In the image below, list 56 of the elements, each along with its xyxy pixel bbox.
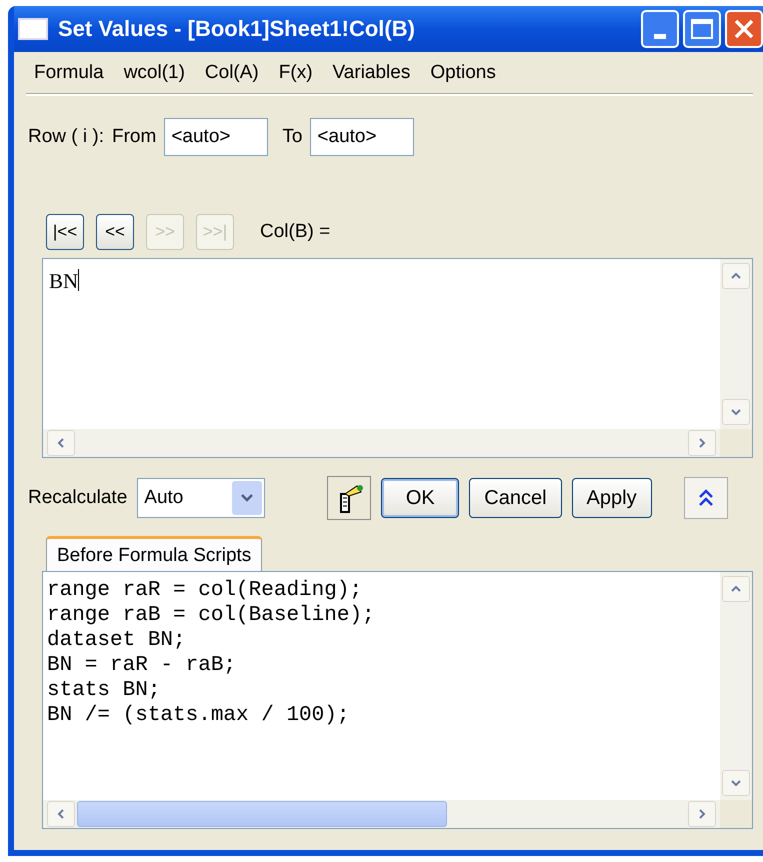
script-editor[interactable]: range raR = col(Reading); range raB = col(Baseline); dataset BN; BN = raR - raB; stats BN; BN /= (stats.max / 100); <box>42 571 753 829</box>
scroll-right-icon[interactable] <box>688 430 716 456</box>
menu-item[interactable]: Variables <box>324 62 422 84</box>
close-icon <box>734 19 754 39</box>
scroll-up-icon[interactable] <box>722 576 750 602</box>
navigation-button[interactable]: |<< <box>46 214 84 250</box>
maximize-icon <box>691 19 713 39</box>
chevron-down-icon <box>240 493 254 503</box>
menu-item[interactable]: Formula <box>26 62 116 84</box>
to-label: To <box>282 126 302 148</box>
horizontal-scrollbar[interactable] <box>43 429 720 457</box>
navigation-button[interactable]: << <box>96 214 134 250</box>
code-line: range raB = col(Baseline); <box>47 603 376 628</box>
dialog-button[interactable]: Cancel <box>469 478 562 518</box>
formula-text: BN <box>49 269 78 293</box>
close-button[interactable] <box>725 10 763 48</box>
code-line: BN = raR - raB; <box>47 653 238 678</box>
scroll-left-icon[interactable] <box>47 430 75 456</box>
vertical-scrollbar[interactable] <box>720 259 752 429</box>
from-field[interactable]: <auto> <box>164 118 268 156</box>
recalculate-dropdown[interactable]: Auto <box>137 478 266 518</box>
scrollbar-corner <box>720 429 752 457</box>
formula-editor[interactable]: BN <box>42 258 753 458</box>
menu-item[interactable]: Col(A) <box>196 62 271 84</box>
recalculate-label: Recalculate <box>28 487 128 509</box>
maximize-button[interactable] <box>683 10 721 48</box>
double-chevron-up-icon <box>698 489 714 507</box>
code-line: dataset BN; <box>47 628 187 653</box>
menu-item[interactable]: F(x) <box>270 62 325 84</box>
scroll-left-icon[interactable] <box>47 801 75 827</box>
collapse-button[interactable] <box>684 477 728 519</box>
to-field[interactable]: <auto> <box>310 118 414 156</box>
dialog-button[interactable]: Apply <box>572 478 652 518</box>
from-label: From <box>112 126 156 148</box>
scroll-up-icon[interactable] <box>722 263 750 289</box>
menu-item[interactable]: wcol(1) <box>116 62 197 84</box>
scroll-down-icon[interactable] <box>722 399 750 425</box>
window-title: Set Values - [Book1]Sheet1!Col(B) <box>58 16 416 42</box>
scroll-down-icon[interactable] <box>722 770 750 796</box>
scroll-right-icon[interactable] <box>688 801 716 827</box>
formula-label: Col(B) = <box>260 221 330 243</box>
window-icon <box>18 18 48 40</box>
row-label: Row ( i ): <box>28 126 104 148</box>
pointer-tool-button[interactable] <box>327 476 372 520</box>
horizontal-scrollbar[interactable] <box>43 800 720 828</box>
script-tab[interactable]: Before Formula Scripts <box>46 536 262 571</box>
menu-item[interactable]: Options <box>422 62 508 84</box>
code-line: stats BN; <box>47 678 162 703</box>
minimize-button[interactable] <box>641 10 679 48</box>
vertical-scrollbar[interactable] <box>720 572 752 800</box>
code-line: range raR = col(Reading); <box>47 578 364 603</box>
scrollbar-corner <box>720 800 752 828</box>
scroll-thumb[interactable] <box>77 801 447 827</box>
code-line: BN /= (stats.max / 100); <box>47 703 350 728</box>
minimize-icon <box>654 34 666 38</box>
dialog-button[interactable]: OK <box>381 478 460 518</box>
